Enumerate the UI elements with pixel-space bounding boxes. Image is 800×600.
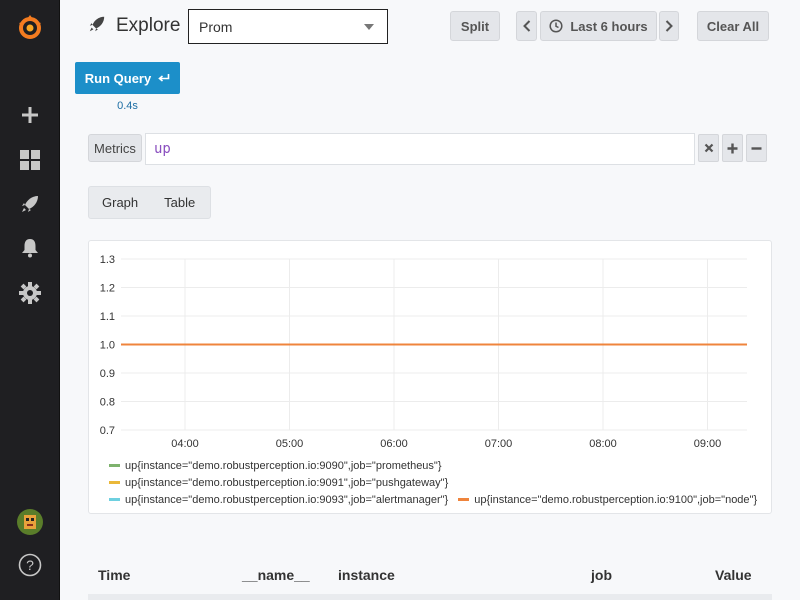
run-query-button[interactable]: Run Query — [75, 62, 180, 94]
x-tick-label: 06:00 — [380, 438, 408, 450]
page-title: Explore — [116, 15, 181, 36]
explore-rocket-icon[interactable] — [0, 184, 60, 224]
legend-item-node[interactable]: up{instance="demo.robustperception.io:91… — [458, 494, 757, 506]
user-avatar[interactable] — [0, 502, 60, 542]
table-row — [88, 594, 772, 600]
x-tick-label: 09:00 — [694, 438, 722, 450]
legend-row: up{instance="demo.robustperception.io:90… — [109, 491, 767, 508]
chevron-left-icon — [522, 20, 530, 32]
alerting-bell-icon[interactable] — [0, 228, 60, 268]
column-header-value[interactable]: Value — [715, 567, 752, 583]
chevron-right-icon — [665, 20, 673, 32]
help-icon-label: ? — [26, 557, 34, 573]
x-tick-label: 07:00 — [485, 438, 513, 450]
datasource-value: Prom — [199, 18, 233, 35]
column-header-job[interactable]: job — [591, 567, 612, 583]
tab-graph[interactable]: Graph — [89, 195, 151, 210]
metrics-button[interactable]: Metrics — [88, 134, 142, 162]
y-tick-label: 1.0 — [100, 340, 115, 352]
explore-header: Explore — [88, 12, 180, 40]
graph-panel: 1.3 1.2 1.1 1.0 0.9 0.8 0.7 04:00 05:00 06:00 07:0… — [88, 240, 772, 514]
results-table-header: Time __name__ instance job Value — [88, 558, 772, 594]
remove-row-button[interactable] — [746, 134, 767, 162]
legend-swatch — [109, 498, 120, 501]
add-query-button[interactable] — [722, 134, 743, 162]
legend-row: up{instance="demo.robustperception.io:90… — [109, 457, 767, 474]
y-tick-label: 1.1 — [100, 311, 115, 323]
line-chart: 1.3 1.2 1.1 1.0 0.9 0.8 0.7 04:00 05:00 06:00 07:0… — [100, 254, 747, 450]
column-header-name[interactable]: __name__ — [242, 567, 310, 583]
clock-icon — [549, 19, 563, 33]
sidebar: ? — [0, 0, 60, 600]
x-tick-label: 04:00 — [171, 438, 199, 450]
run-query-label: Run Query — [84, 70, 152, 86]
legend-label: up{instance="demo.robustperception.io:90… — [125, 476, 449, 489]
y-tick-label: 1.3 — [100, 254, 115, 266]
explore-rocket-icon — [88, 15, 106, 38]
datasource-select[interactable]: Prom — [188, 9, 388, 44]
plus-icon[interactable] — [0, 95, 60, 135]
time-range-picker[interactable]: Last 6 hours — [540, 11, 657, 41]
chart-legend: up{instance="demo.robustperception.io:90… — [109, 457, 767, 508]
x-tick-label: 08:00 — [589, 438, 617, 450]
split-button[interactable]: Split — [450, 11, 500, 41]
legend-swatch — [109, 464, 120, 467]
chevron-down-icon — [364, 24, 374, 30]
column-header-instance[interactable]: instance — [338, 567, 395, 583]
plus-icon — [727, 143, 738, 153]
column-header-time[interactable]: Time — [98, 567, 130, 583]
y-tick-label: 0.9 — [100, 368, 115, 380]
time-forward-button[interactable] — [659, 11, 679, 41]
grafana-logo-icon[interactable] — [0, 8, 60, 46]
legend-item-alertmanager[interactable]: up{instance="demo.robustperception.io:90… — [109, 494, 448, 506]
time-range-label: Last 6 hours — [570, 18, 648, 34]
clear-all-button[interactable]: Clear All — [697, 11, 769, 41]
y-tick-label: 0.8 — [100, 397, 115, 409]
time-back-button[interactable] — [516, 11, 537, 41]
legend-swatch — [458, 498, 470, 501]
legend-row: up{instance="demo.robustperception.io:90… — [109, 474, 767, 491]
configuration-gear-icon[interactable] — [0, 273, 60, 313]
legend-label: up{instance="demo.robustperception.io:90… — [125, 459, 442, 472]
minus-icon — [751, 146, 762, 150]
enter-icon — [158, 74, 170, 82]
legend-label: up{instance="demo.robustperception.io:90… — [125, 493, 449, 506]
dashboards-icon[interactable] — [0, 140, 60, 180]
remove-query-button[interactable] — [698, 134, 719, 162]
query-field[interactable]: up — [145, 133, 695, 165]
legend-label: up{instance="demo.robustperception.io:91… — [474, 493, 758, 506]
query-duration: 0.4s — [117, 100, 138, 112]
legend-swatch — [109, 481, 120, 484]
legend-item-pushgateway[interactable]: up{instance="demo.robustperception.io:90… — [109, 477, 448, 489]
tab-table[interactable]: Table — [151, 195, 208, 210]
close-icon — [704, 143, 713, 153]
help-icon[interactable]: ? — [0, 545, 60, 585]
y-tick-label: 1.2 — [100, 283, 115, 295]
y-tick-label: 0.7 — [100, 425, 115, 437]
x-tick-label: 05:00 — [276, 438, 304, 450]
view-toggle: Graph Table — [88, 186, 211, 219]
legend-item-prometheus[interactable]: up{instance="demo.robustperception.io:90… — [109, 460, 442, 472]
